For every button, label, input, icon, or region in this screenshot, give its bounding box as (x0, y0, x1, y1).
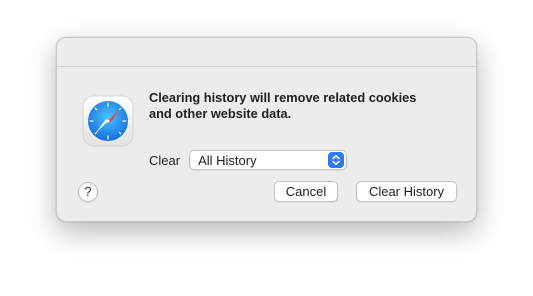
dialog-titlebar (57, 38, 476, 67)
cancel-button[interactable]: Cancel (274, 181, 338, 202)
message-line-2: and other website data. (149, 106, 292, 121)
clear-history-button[interactable]: Clear History (356, 181, 457, 202)
clear-range-select[interactable]: All History (189, 150, 348, 170)
up-down-chevron-icon (328, 152, 345, 168)
clear-range-row: Clear All History (149, 149, 348, 171)
clear-range-value: All History (198, 153, 257, 168)
message-line-1: Clearing history will remove related coo… (149, 90, 417, 105)
dialog-message: Clearing history will remove related coo… (149, 90, 449, 122)
clear-history-dialog: Clearing history will remove related coo… (56, 37, 477, 222)
clear-label: Clear (149, 152, 181, 168)
help-button[interactable]: ? (78, 182, 98, 202)
safari-compass-icon (82, 95, 134, 147)
